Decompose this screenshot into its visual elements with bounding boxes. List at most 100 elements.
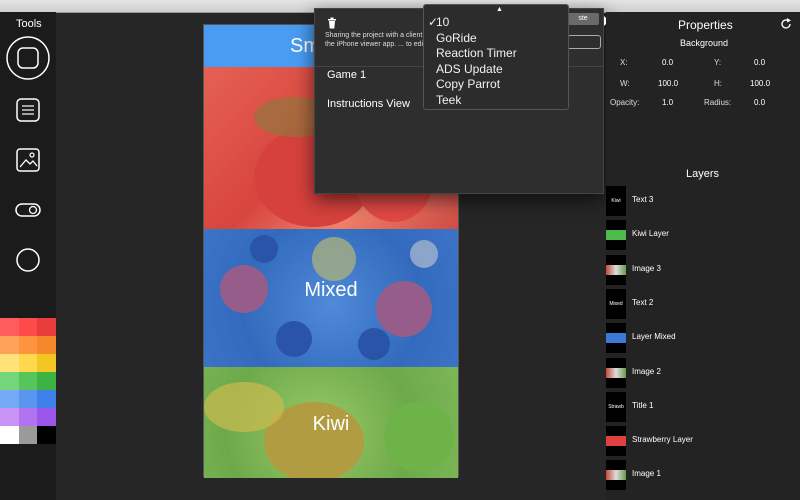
palette-swatch[interactable]: [0, 354, 19, 372]
menu-item[interactable]: Teek: [428, 93, 461, 107]
opacity-label: Opacity:: [610, 98, 640, 107]
tools-title: Tools: [16, 18, 42, 30]
h-value[interactable]: 100.0: [750, 79, 770, 88]
tools-panel: Tools: [0, 12, 57, 500]
layer-row[interactable]: Image 1: [606, 458, 800, 491]
toggle-switch-icon: [15, 203, 41, 217]
refresh-icon[interactable]: [780, 18, 792, 30]
color-palette: [0, 318, 57, 444]
palette-swatch[interactable]: [18, 354, 38, 372]
toggle-tool[interactable]: [6, 188, 50, 232]
radius-label: Radius:: [704, 98, 732, 107]
trash-icon[interactable]: [327, 17, 337, 29]
layer-name: Text 3: [632, 195, 654, 204]
y-value[interactable]: 0.0: [754, 58, 765, 67]
x-value[interactable]: 0.0: [662, 58, 673, 67]
palette-swatch[interactable]: [0, 408, 19, 426]
opacity-value[interactable]: 1.0: [662, 98, 673, 107]
project-item-instructions-view[interactable]: Instructions View: [327, 98, 410, 110]
layers-title: Layers: [686, 168, 720, 180]
palette-swatch[interactable]: [37, 318, 57, 336]
palette-swatch[interactable]: [37, 372, 57, 390]
menu-item-label: Teek: [436, 92, 462, 107]
radius-value[interactable]: 0.0: [754, 98, 765, 107]
palette-swatch[interactable]: [0, 426, 19, 444]
layer-thumbnail: [606, 323, 626, 354]
paste-button[interactable]: ste: [567, 13, 599, 25]
layer-thumbnail: [606, 357, 626, 388]
palette-swatch[interactable]: [0, 372, 19, 390]
menu-item[interactable]: ADS Update: [428, 62, 503, 76]
mixed-section[interactable]: Mixed: [204, 229, 458, 367]
palette-swatch[interactable]: [18, 372, 38, 390]
x-label: X:: [620, 58, 628, 67]
palette-swatch[interactable]: [37, 426, 57, 444]
layer-row[interactable]: Image 3: [606, 253, 800, 285]
mixed-label: Mixed: [304, 279, 358, 301]
menu-item[interactable]: ✓10: [428, 15, 449, 29]
properties-title: Properties: [678, 18, 733, 32]
layer-thumbnail: [606, 460, 626, 491]
palette-swatch[interactable]: [18, 390, 38, 408]
project-item-game-1[interactable]: Game 1: [327, 69, 366, 81]
palette-swatch[interactable]: [0, 318, 19, 336]
project-name-field[interactable]: [567, 35, 601, 49]
palette-swatch[interactable]: [37, 336, 57, 354]
menu-up-arrow-icon: ▲: [496, 6, 503, 13]
text-block-tool[interactable]: [6, 88, 50, 132]
layer-thumbnail: [606, 254, 626, 285]
circle-tool[interactable]: [6, 238, 50, 282]
kiwi-label: Kiwi: [312, 413, 350, 435]
text-block-icon: [16, 98, 40, 122]
layer-name: Text 2: [632, 297, 654, 307]
layer-row[interactable]: Kiwi Text 3: [606, 184, 800, 216]
layer-name: Image 2: [632, 366, 661, 376]
layer-row[interactable]: Layer Mixed: [606, 321, 800, 354]
h-label: H:: [714, 79, 722, 88]
layer-thumbnail: Strawb: [606, 391, 626, 422]
image-tool[interactable]: [6, 138, 50, 182]
layer-row[interactable]: Strawberry Layer: [606, 424, 800, 457]
layer-name: Image 3: [632, 263, 661, 273]
menu-item-label: Copy Parrot: [436, 77, 501, 91]
palette-swatch[interactable]: [18, 318, 38, 336]
layer-row[interactable]: Image 2: [606, 356, 800, 388]
y-label: Y:: [714, 58, 722, 67]
image-icon: [16, 148, 40, 172]
w-label: W:: [620, 79, 630, 88]
background-section-title: Background: [680, 38, 729, 48]
layer-name: Image 1: [632, 469, 661, 479]
layer-thumbnail: Kiwi: [606, 186, 626, 216]
layer-row[interactable]: Mixed Text 2: [606, 287, 800, 319]
menu-item[interactable]: Reaction Timer: [428, 46, 517, 60]
menu-item[interactable]: Copy Parrot: [428, 77, 500, 91]
layer-thumbnail: [606, 426, 626, 457]
palette-swatch[interactable]: [37, 408, 57, 426]
palette-swatch[interactable]: [18, 426, 38, 444]
rounded-square-tool[interactable]: [6, 36, 50, 80]
circle-icon: [16, 248, 40, 272]
palette-swatch[interactable]: [37, 354, 57, 372]
menu-item-label: GoRide: [436, 30, 477, 45]
layer-row[interactable]: Strawb Title 1: [606, 390, 800, 422]
palette-swatch[interactable]: [0, 390, 19, 408]
palette-swatch[interactable]: [37, 390, 57, 408]
menu-item-label: ADS Update: [436, 61, 503, 76]
layer-thumbnail: Mixed: [606, 288, 626, 319]
layer-name: Strawberry Layer: [632, 435, 693, 445]
properties-panel: Properties Background X: 0.0 Y: 0.0 W: 1…: [606, 12, 800, 500]
palette-swatch[interactable]: [18, 408, 38, 426]
menu-item-label: 10: [436, 15, 450, 29]
checkmark-icon: ✓: [428, 15, 439, 29]
project-dropdown-menu: ▲ ✓10 GoRide Reaction Timer ADS Update Copy …: [423, 4, 569, 110]
kiwi-section[interactable]: Kiwi: [204, 367, 458, 478]
layer-name: Title 1: [632, 400, 654, 410]
palette-swatch[interactable]: [18, 336, 38, 354]
rounded-square-icon: [6, 36, 50, 80]
menu-item-label: Reaction Timer: [436, 46, 517, 60]
layer-thumbnail: [606, 220, 626, 251]
palette-swatch[interactable]: [0, 336, 19, 354]
w-value[interactable]: 100.0: [658, 79, 678, 88]
menu-item[interactable]: GoRide: [428, 31, 477, 45]
layer-row[interactable]: Kiwi Layer: [606, 218, 800, 251]
